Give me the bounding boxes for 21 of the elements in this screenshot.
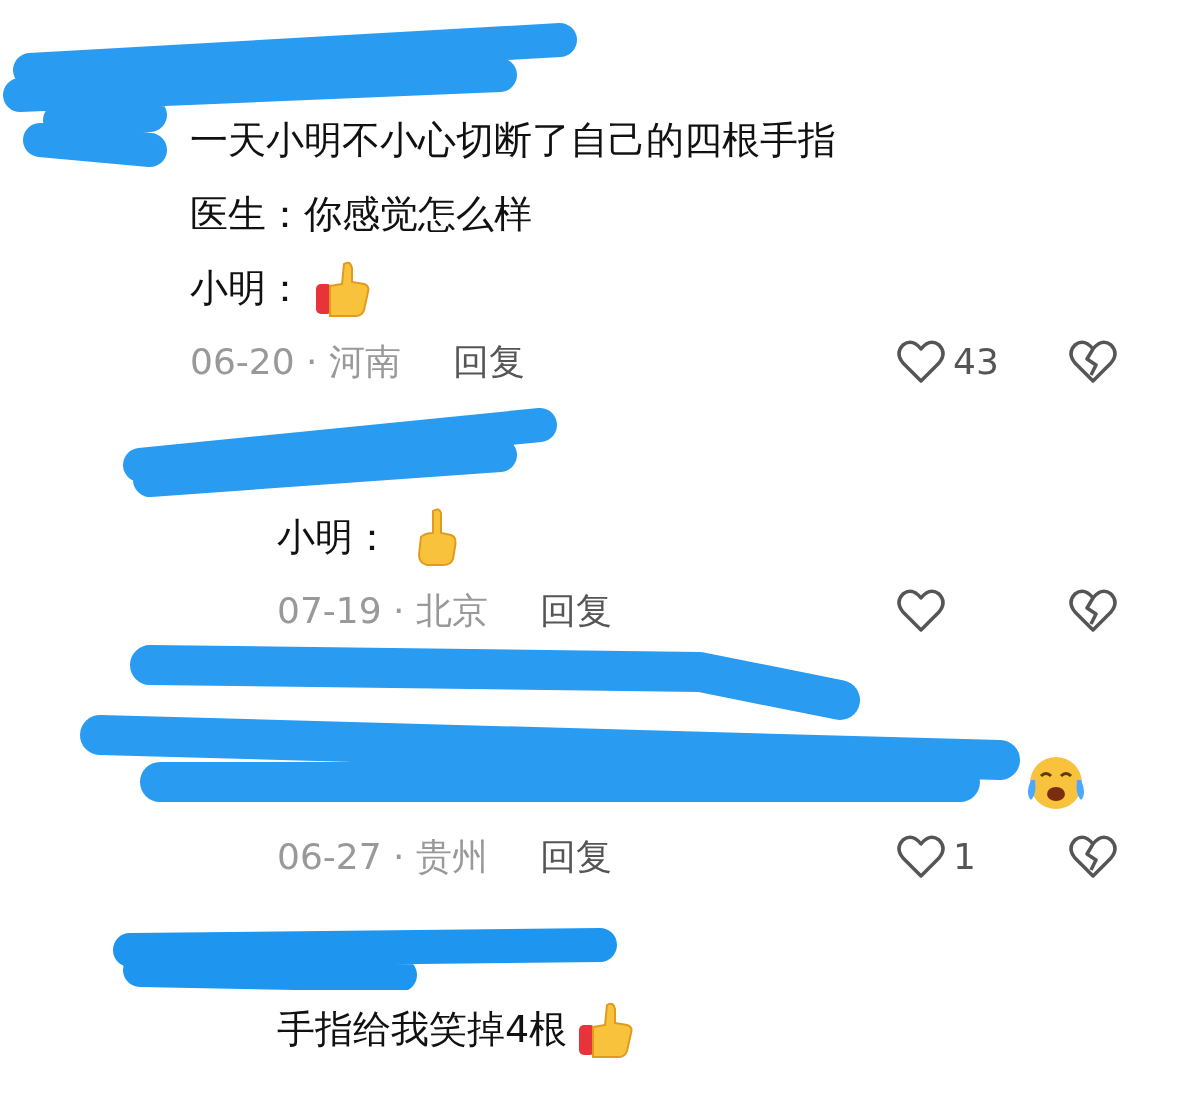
crying-face-icon [1025, 754, 1087, 812]
comment-text: 一天小明不小心切断了自己的四根手指 [190, 116, 836, 164]
reply-link[interactable]: 回复 [452, 335, 525, 389]
like-count: 1 [953, 835, 976, 879]
broken-heart-icon[interactable] [1069, 588, 1117, 634]
reply-link[interactable]: 回复 [539, 584, 612, 638]
heart-icon[interactable] [897, 834, 945, 880]
comment-text: 医生：你感觉怎么样 [190, 190, 532, 238]
broken-heart-icon[interactable] [1069, 339, 1117, 385]
finger-icon [415, 507, 459, 567]
broken-heart-icon[interactable] [1069, 834, 1117, 880]
comment-text: 小明： [190, 264, 304, 312]
heart-icon[interactable] [897, 339, 945, 385]
comment-meta: 06-27 · 贵州 [277, 835, 488, 879]
comment-meta: 06-20 · 河南 [190, 340, 401, 384]
comment-text: 小明： [277, 513, 391, 561]
comment-meta: 07-19 · 北京 [277, 589, 488, 633]
comment-text: 手指给我笑掉4根 [277, 1005, 568, 1053]
reply-link[interactable]: 回复 [539, 830, 612, 884]
heart-icon[interactable] [897, 588, 945, 634]
like-count: 43 [953, 340, 999, 384]
